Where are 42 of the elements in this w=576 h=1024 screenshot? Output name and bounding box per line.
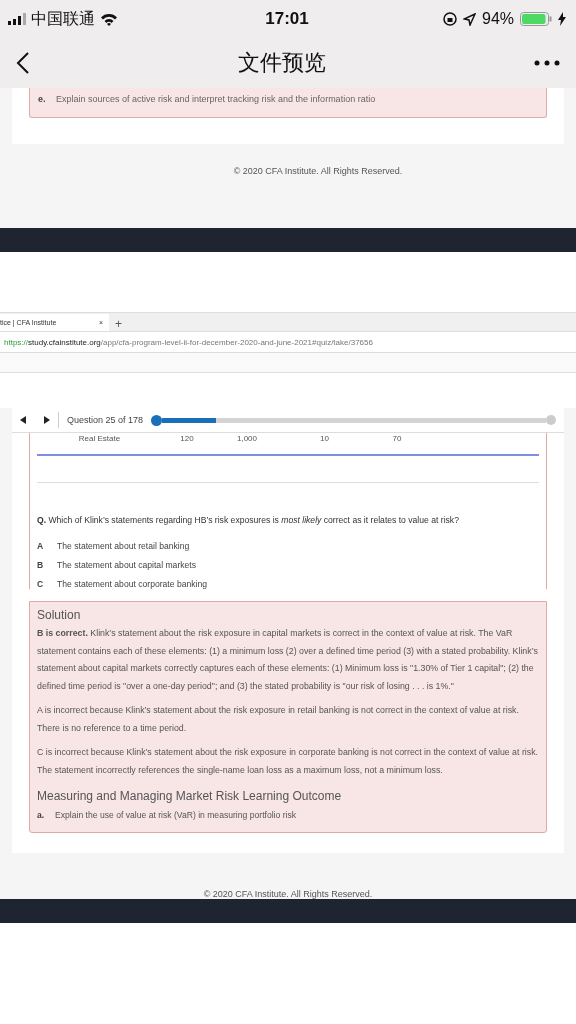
battery-percent: 94% xyxy=(482,10,514,28)
outcome-text: Explain sources of active risk and interpret tracking risk and the information ratio xyxy=(56,94,376,104)
rotation-lock-icon xyxy=(443,12,457,26)
carrier-name: 中国联通 xyxy=(31,8,95,29)
table-cell-text: 1,000 xyxy=(236,434,258,444)
option-text[interactable]: The statement about capital markets xyxy=(57,560,196,570)
charging-bolt-icon xyxy=(558,12,566,26)
battery-icon xyxy=(520,12,552,26)
table-cell-text: 120 xyxy=(179,434,195,444)
clock-time: 17:01 xyxy=(265,9,309,29)
signal-icon xyxy=(8,13,26,25)
copyright-text: © 2020 CFA Institute. All Rights Reserved. xyxy=(232,165,404,176)
option-letter: B xyxy=(37,560,45,570)
outcome-heading: Measuring and Managing Market Risk Learning Outcome xyxy=(37,789,343,803)
progress-handle[interactable] xyxy=(151,414,163,426)
new-tab-button[interactable]: + xyxy=(115,317,122,331)
next-icon[interactable] xyxy=(44,416,50,424)
copyright-text: © 2020 CFA Institute. All Rights Reserved. xyxy=(203,889,373,899)
table-cell-text: 10 xyxy=(319,434,330,444)
previous-icon[interactable] xyxy=(20,416,26,424)
outcome-text: Explain the use of value at risk (VaR) in measuring portfolio risk xyxy=(55,810,297,820)
table-cell-text: Real Estate xyxy=(77,434,122,444)
solution-title: Solution xyxy=(37,608,82,622)
outcome-letter: e. xyxy=(38,94,47,104)
option-letter: A xyxy=(37,541,45,551)
more-icon[interactable] xyxy=(534,60,560,66)
option-text[interactable]: The statement about retail banking xyxy=(57,541,190,551)
address-bar[interactable]: https://study.cfainstitute.org/app/cfa-program-level-ii-for-december-2020-and-june-2021#quiz/take/37656 xyxy=(0,331,576,353)
question-text: Q. Which of Klink’s statements regarding HB’s risk exposures is most likely correct as it relates to value at risk? xyxy=(37,515,460,525)
solution-paragraph: C is incorrect because Klink’s statement about the risk exposure in corporate banking is not correct in the context of value at risk. The statement incorrectly references the single-name loan loss as a maximum loss, not a minimum loss. xyxy=(37,746,539,777)
wifi-icon xyxy=(100,12,118,26)
back-icon[interactable] xyxy=(16,51,30,75)
solution-paragraph: B is correct. Klink’s statement about the risk exposure in capital markets is correct in the context of value at risk. The VaR statement contains each of these elements: (1) a minimum loss (2) over a defined time period (3) with a stated probability. Klink’s statement about capital markets correctly captures each of these elements: (1) Minimum loss is "1.30% of Tier 1 capital"; (2) the defined time period is "over a one-day period"; and (3) the stated probability is "our risk of losing . . . is 1%." xyxy=(37,627,539,693)
page-title: 文件预览 xyxy=(238,49,326,77)
table-cell-text: 70 xyxy=(391,434,403,444)
question-counter: Question 25 of 178 xyxy=(67,415,144,425)
solution-paragraph: A is incorrect because Klink’s statement about the risk exposure in retail banking is not correct in the context of value at risk. There is no reference to a time period. xyxy=(37,704,520,735)
option-text[interactable]: The statement about corporate banking xyxy=(57,579,207,589)
option-letter: C xyxy=(37,579,45,589)
outcome-letter: a. xyxy=(37,810,46,820)
progress-end-marker xyxy=(546,415,556,425)
location-arrow-icon xyxy=(463,12,476,26)
